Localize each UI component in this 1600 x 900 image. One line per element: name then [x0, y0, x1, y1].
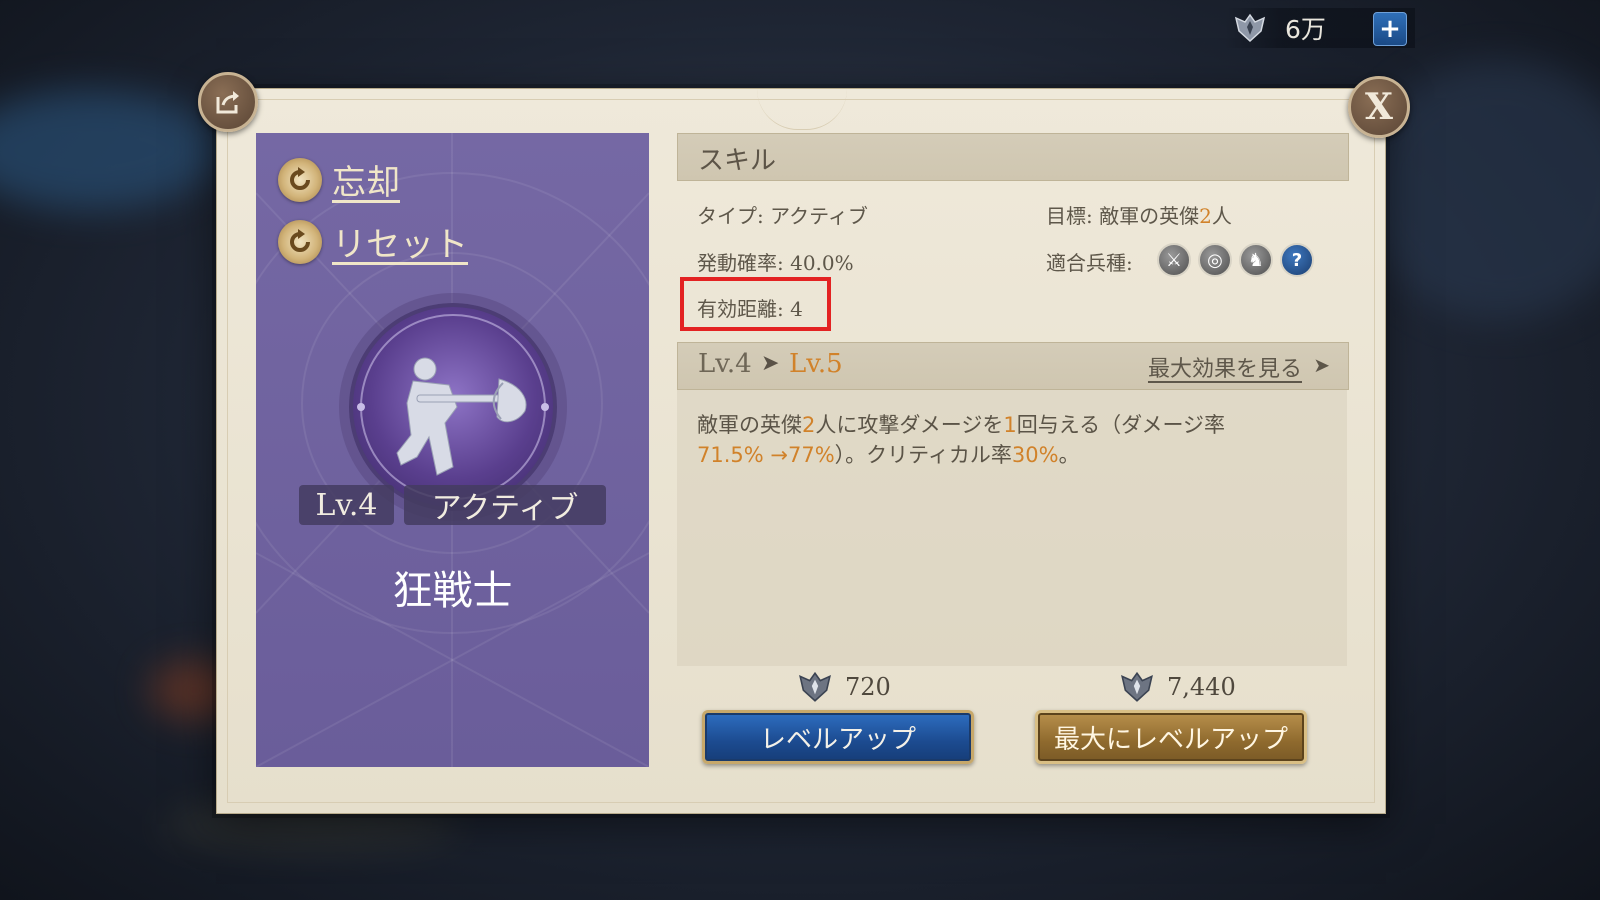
skill-type-stat: タイプ: アクティブ	[697, 204, 868, 228]
ornament	[757, 89, 847, 130]
skill-card: 忘却 リセット Lv.4 アクティブ 狂戦士	[256, 133, 649, 767]
currency-bar: 6万 +	[1225, 8, 1415, 48]
range-highlight-box	[680, 277, 831, 331]
next-level: Lv.5	[789, 349, 843, 379]
section-title: スキル	[698, 146, 777, 176]
troop-type-label: 適合兵種:	[1046, 251, 1133, 275]
forget-link[interactable]: 忘却	[332, 155, 400, 204]
level-up-cost: 720	[797, 671, 891, 703]
reset-action[interactable]: リセット	[278, 217, 468, 266]
crest-currency-icon	[1121, 671, 1153, 702]
skill-section-header: スキル	[677, 133, 1349, 181]
skill-name: 狂戦士	[392, 568, 513, 614]
question-icon[interactable]: ?	[1280, 243, 1314, 277]
description-area: 敵軍の英傑2人に攻撃ダメージを1回与える（ダメージ率 71.5% →77%）。クリ…	[677, 390, 1347, 666]
desc-value: 2	[802, 413, 816, 437]
target-count: 2	[1199, 204, 1212, 228]
desc-value: 71.5% →77%	[697, 443, 835, 467]
horse-icon[interactable]: ♞	[1239, 243, 1273, 277]
berserker-axe-icon	[357, 314, 549, 500]
close-icon: X	[1365, 86, 1393, 128]
share-button[interactable]	[198, 72, 258, 132]
forget-action[interactable]: 忘却	[278, 155, 400, 204]
desc-text: ）。クリティカル率	[834, 443, 1012, 467]
currency-amount: 6万	[1285, 15, 1326, 44]
max-level-up-cost: 7,440	[1119, 671, 1236, 703]
level-upgrade-bar: Lv.4 ➤ Lv.5 最大効果を見る ➤	[677, 342, 1349, 390]
crest-currency-icon	[799, 671, 831, 702]
level-up-cost-value: 720	[845, 673, 891, 701]
skill-type-badge: アクティブ	[404, 485, 606, 526]
reset-link[interactable]: リセット	[332, 217, 468, 266]
target-stat: 目標: 敵軍の英傑2人	[1046, 200, 1232, 229]
background-blur	[0, 90, 220, 210]
max-level-up-button[interactable]: 最大にレベルアップ	[1035, 710, 1307, 764]
current-level: Lv.4	[698, 349, 752, 379]
close-button[interactable]: X	[1348, 76, 1410, 138]
skill-description: 敵軍の英傑2人に攻撃ダメージを1回与える（ダメージ率 71.5% →77%）。クリ…	[697, 410, 1337, 470]
max-level-up-cost-value: 7,440	[1167, 673, 1236, 701]
target-prefix: 目標: 敵軍の英傑	[1046, 204, 1200, 228]
activation-chance-stat: 発動確率: 40.0%	[697, 251, 854, 275]
desc-text: 回与える（ダメージ率	[1016, 413, 1226, 437]
desc-text: 。	[1058, 443, 1080, 467]
skill-level-badge: Lv.4	[299, 485, 394, 525]
sword-icon[interactable]: ⚔	[1157, 243, 1191, 277]
share-icon	[216, 91, 239, 114]
desc-text: 人に攻撃ダメージを	[815, 413, 1004, 437]
level-up-button[interactable]: レベルアップ	[702, 710, 974, 764]
desc-text: 敵軍の英傑	[697, 413, 802, 437]
chevron-right-icon[interactable]: ➤	[1313, 353, 1330, 377]
desc-value: 1	[1003, 413, 1017, 437]
see-max-effect-link[interactable]: 最大効果を見る	[1148, 351, 1302, 383]
add-currency-button[interactable]: +	[1373, 12, 1407, 46]
target-icon[interactable]: ◎	[1198, 243, 1232, 277]
target-suffix: 人	[1211, 204, 1232, 228]
skill-portrait	[349, 303, 557, 511]
desc-value: 30%	[1011, 443, 1059, 467]
refresh-icon	[278, 219, 322, 264]
arrow-right-icon: ➤	[761, 351, 780, 376]
refresh-icon	[278, 157, 322, 202]
crest-currency-icon	[1234, 13, 1266, 43]
troop-type-icons: ⚔ ◎ ♞ ?	[1157, 243, 1314, 277]
